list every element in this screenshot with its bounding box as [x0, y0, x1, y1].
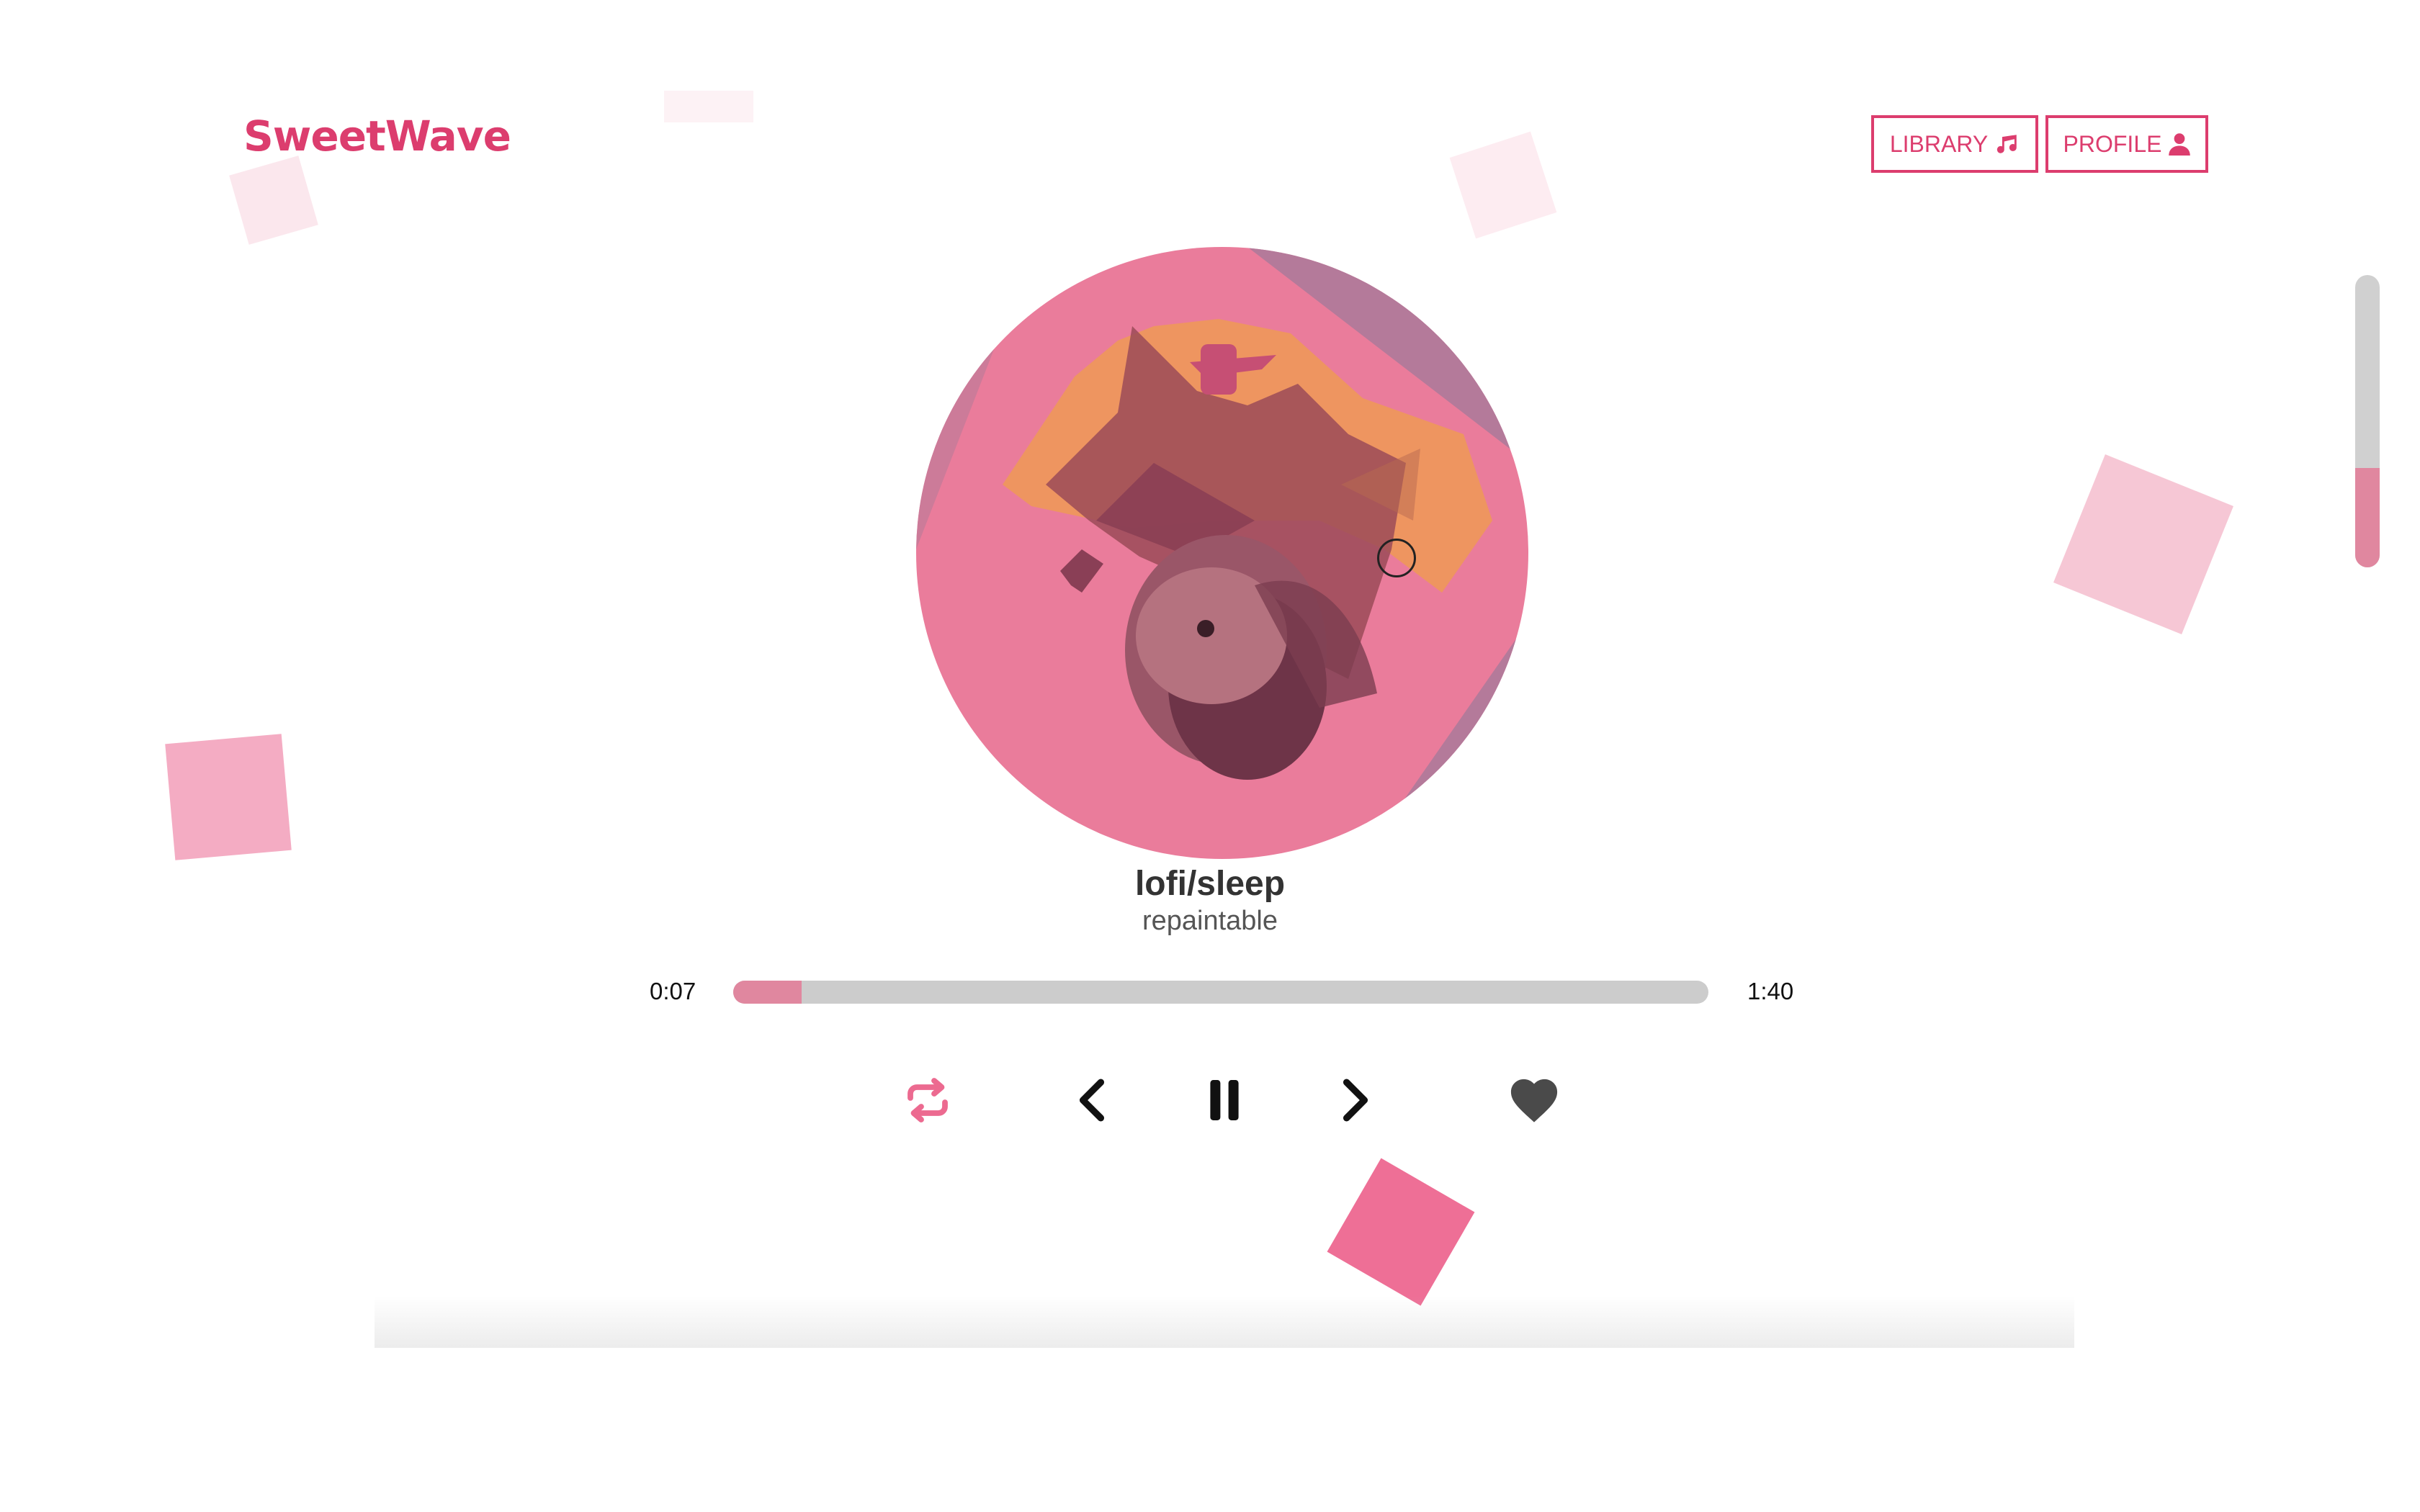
chevron-left-icon: [1079, 1079, 1105, 1122]
repeat-icon: [908, 1078, 948, 1122]
library-button[interactable]: LIBRARY: [1871, 115, 2038, 173]
pause-icon: [1210, 1080, 1239, 1120]
volume-slider-fill: [2355, 467, 2380, 567]
volume-slider[interactable]: [2355, 275, 2380, 567]
library-button-label: LIBRARY: [1889, 130, 1989, 157]
current-time: 0:07: [650, 978, 696, 1004]
progress-bar[interactable]: [733, 981, 1708, 1004]
next-button[interactable]: [1327, 1071, 1384, 1129]
player-card-bottom-edge: [375, 1296, 2074, 1348]
cursor-indicator: [1377, 539, 1416, 577]
pause-button[interactable]: [1196, 1071, 1253, 1129]
progress-bar-fill: [733, 981, 802, 1004]
profile-button[interactable]: PROFILE: [2045, 115, 2208, 173]
decorative-square: [664, 91, 753, 122]
like-button[interactable]: [1505, 1071, 1563, 1129]
player-page: SweetWave LIBRARY PROFILE lofi/sleep rep…: [0, 0, 2420, 1512]
app-logo[interactable]: SweetWave: [243, 115, 511, 157]
music-note-icon: [1997, 135, 2017, 153]
heart-icon: [1510, 1079, 1558, 1122]
album-art: [916, 247, 1528, 859]
total-duration: 1:40: [1747, 978, 1794, 1004]
chevron-right-icon: [1343, 1079, 1368, 1122]
track-artist: repaintable: [1142, 906, 1278, 936]
profile-button-label: PROFILE: [2063, 130, 2162, 157]
decorative-square: [229, 156, 318, 245]
track-title: lofi/sleep: [1134, 865, 1286, 903]
decorative-square: [165, 734, 292, 860]
decorative-square: [2053, 454, 2233, 634]
user-icon: [2169, 133, 2191, 156]
decorative-square: [1327, 1158, 1475, 1306]
repeat-button[interactable]: [899, 1071, 956, 1129]
decorative-square: [1449, 131, 1557, 239]
previous-button[interactable]: [1063, 1071, 1121, 1129]
